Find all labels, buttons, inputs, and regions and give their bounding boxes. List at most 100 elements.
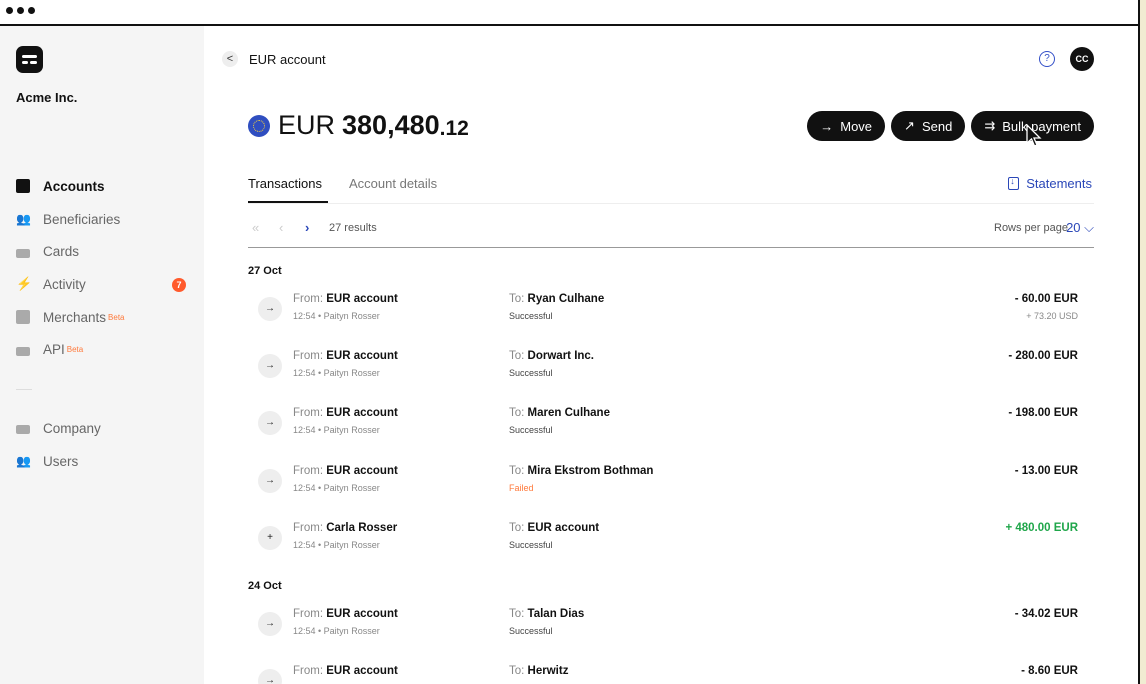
sidebar-item-cards[interactable]: Cards <box>16 235 196 268</box>
eu-flag-icon <box>248 114 270 137</box>
sidebar-item-merchants[interactable]: Merchants Beta <box>16 301 196 334</box>
from-value: Carla Rosser <box>326 521 398 534</box>
window-controls[interactable] <box>6 7 35 14</box>
plus-icon: + <box>258 525 282 550</box>
transaction-meta: 12:54 • Paityn Rosser <box>293 425 380 436</box>
transaction-meta: 12:54 • Paityn Rosser <box>293 626 380 636</box>
box-icon <box>16 179 30 194</box>
sidebar-item-api[interactable]: API Beta <box>16 333 196 366</box>
double-arrow-icon: ⇉ <box>984 118 996 133</box>
transaction-to: To: Talan Dias <box>509 608 584 620</box>
transaction-status: Successful <box>509 311 553 321</box>
send-button[interactable]: ↗ Send <box>891 111 966 141</box>
statements-link[interactable]: Statements <box>1008 176 1092 191</box>
from-label: From: <box>293 521 324 534</box>
transaction-row[interactable]: → From: EUR account To: Herwitz - 8.60 E… <box>258 662 1080 684</box>
to-label: To: <box>509 608 525 620</box>
transaction-from: From: Carla Rosser <box>293 522 397 534</box>
tab-account-details[interactable]: Account details <box>349 176 437 191</box>
pagination-bar: « ‹ › 27 results Rows per page 20 ⌵ <box>248 217 1094 248</box>
api-icon <box>16 346 30 356</box>
account-balance: EUR 380,480 .12 <box>248 110 469 141</box>
next-page-icon[interactable]: › <box>305 220 309 235</box>
transaction-amount: + 480.00 EUR <box>1005 521 1078 534</box>
users-icon: 👥 <box>16 454 31 469</box>
sidebar-item-accounts[interactable]: Accounts <box>16 170 196 203</box>
sidebar-item-label: Company <box>43 420 101 436</box>
transaction-row[interactable]: + From: Carla Rosser 12:54 • Paityn Ross… <box>258 519 1080 559</box>
building-icon <box>16 425 30 435</box>
transaction-to: To: Herwitz <box>509 665 568 677</box>
transaction-to: To: Dorwart Inc. <box>509 350 594 362</box>
arrow-right-icon: → <box>258 612 282 636</box>
sidebar-item-label: Users <box>43 453 79 469</box>
arrow-right-icon: → <box>258 297 282 321</box>
back-button[interactable]: < <box>222 51 238 67</box>
sidebar-item-label: Beneficiaries <box>43 211 121 227</box>
transaction-meta: 12:54 • Paityn Rosser <box>293 311 380 321</box>
transaction-row[interactable]: → From: EUR account 12:54 • Paityn Rosse… <box>258 347 1080 387</box>
sidebar-item-company[interactable]: Company <box>16 412 196 445</box>
app-window: Acme Inc. Accounts 👥 Beneficiaries Cards… <box>0 0 1140 684</box>
help-icon[interactable]: ? <box>1039 51 1055 67</box>
to-value: Maren Culhane <box>527 407 610 420</box>
transaction-meta: 12:54 • Paityn Rosser <box>293 539 380 550</box>
balance-decimal: .12 <box>439 116 469 140</box>
transaction-to: To: Ryan Culhane <box>509 293 604 305</box>
transaction-row[interactable]: → From: EUR account 12:54 • Paityn Rosse… <box>258 462 1080 502</box>
rows-per-page-select[interactable]: 20 ⌵ <box>1066 220 1094 236</box>
sidebar-item-label: Accounts <box>43 178 105 194</box>
transaction-amount: - 13.00 EUR <box>1014 464 1078 477</box>
move-button[interactable]: → Move <box>807 111 886 141</box>
sidebar-divider <box>16 389 32 390</box>
to-value: Ryan Culhane <box>527 293 605 305</box>
sidebar-item-activity[interactable]: ⚡ Activity 7 <box>16 268 196 301</box>
from-value: EUR account <box>326 665 398 678</box>
title-bar <box>0 0 1138 26</box>
transaction-amount: - 34.02 EUR <box>1014 608 1078 620</box>
avatar[interactable]: CC <box>1070 47 1094 71</box>
to-value: Mira Ekstrom Bothman <box>527 464 654 477</box>
sidebar-item-label: Merchants <box>43 309 107 325</box>
button-label: Send <box>921 118 953 134</box>
account-actions: → Move ↗ Send ⇉ Bulk payment <box>807 111 1094 141</box>
transaction-row[interactable]: → From: EUR account 12:54 • Paityn Rosse… <box>258 290 1080 330</box>
from-value: EUR account <box>326 350 398 363</box>
transaction-row[interactable]: → From: EUR account 12:54 • Paityn Rosse… <box>258 404 1080 444</box>
to-label: To: <box>509 293 525 305</box>
button-label: Move <box>840 118 873 134</box>
balance-integer: 380,480 <box>342 110 440 140</box>
tab-transactions[interactable]: Transactions <box>248 176 322 191</box>
sidebar-item-users[interactable]: 👥 Users <box>16 445 196 478</box>
mouse-cursor-icon <box>1026 124 1042 147</box>
transaction-from: From: EUR account <box>293 407 398 419</box>
sidebar: Acme Inc. Accounts 👥 Beneficiaries Cards… <box>0 26 204 684</box>
bolt-icon: ⚡ <box>16 276 33 292</box>
previous-page-icon[interactable]: ‹ <box>279 220 283 235</box>
from-value: EUR account <box>326 407 398 420</box>
transaction-row[interactable]: → From: EUR account 12:54 • Paityn Rosse… <box>258 605 1080 645</box>
download-document-icon <box>1008 176 1020 190</box>
arrow-up-right-icon: ↗ <box>904 118 915 133</box>
arrow-right-icon: → <box>258 669 282 684</box>
logo-icon <box>16 46 43 73</box>
transaction-status: Successful <box>509 368 553 379</box>
transaction-status: Failed <box>509 482 534 493</box>
people-icon: 👥 <box>16 212 31 227</box>
activity-count-badge: 7 <box>172 278 186 293</box>
transaction-to: To: Maren Culhane <box>509 407 610 419</box>
first-page-icon[interactable]: « <box>252 220 259 235</box>
transaction-status: Successful <box>509 626 553 636</box>
from-label: From: <box>293 293 324 305</box>
transaction-amount: - 8.60 EUR <box>1021 665 1078 678</box>
transaction-status: Successful <box>509 539 553 550</box>
arrow-right-icon: → <box>258 354 282 379</box>
to-label: To: <box>509 407 525 420</box>
group-date: 24 Oct <box>248 580 282 592</box>
transaction-from: From: EUR account <box>293 608 398 620</box>
to-value: Herwitz <box>527 665 569 678</box>
bag-icon <box>16 310 30 325</box>
main-content: < EUR account ? CC EUR 380,480 .12 → Mov… <box>204 26 1138 684</box>
sidebar-item-beneficiaries[interactable]: 👥 Beneficiaries <box>16 203 196 236</box>
statements-label: Statements <box>1026 176 1092 191</box>
